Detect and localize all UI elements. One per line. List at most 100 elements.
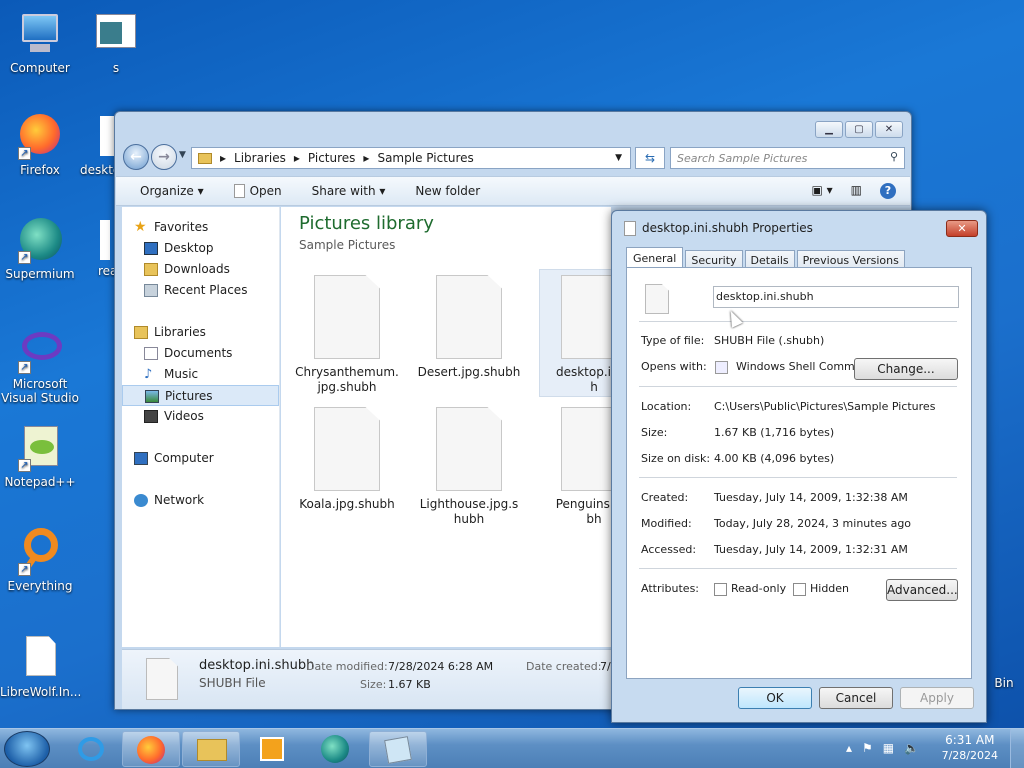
desktop-icon-firefox[interactable]: ↗ Firefox (0, 112, 80, 177)
file-item[interactable]: Koala.jpg.shubh (292, 407, 402, 512)
action-center-flag-icon[interactable]: ⚑ (862, 741, 873, 755)
search-input[interactable]: Search Sample Pictures ⚲ (670, 147, 905, 169)
network-icon[interactable]: ▦ (883, 741, 894, 755)
navigation-pane: ★ Favorites Desktop Downloads Recent Plac… (122, 207, 280, 647)
nav-desktop[interactable]: Desktop (122, 238, 279, 259)
preview-pane-icon[interactable]: ▥ (851, 183, 862, 199)
properties-dialog: desktop.ini.shubh Properties ✕ General S… (611, 210, 987, 723)
desktop-icon-librewolf[interactable]: LibreWolf.In... (0, 634, 81, 699)
start-button[interactable] (4, 731, 50, 767)
nav-downloads[interactable]: Downloads (122, 259, 279, 280)
taskbar-explorer[interactable] (182, 731, 240, 767)
dialog-title: desktop.ini.shubh Properties (642, 221, 813, 235)
clock-date: 7/28/2024 (941, 749, 998, 762)
desktop-icon-notepadpp[interactable]: ↗ Notepad++ (0, 424, 80, 489)
taskbar-ie[interactable] (62, 731, 120, 767)
new-folder-button[interactable]: New folder (415, 184, 480, 198)
breadcrumb-libraries[interactable]: Libraries (234, 151, 286, 165)
file-icon (314, 407, 380, 491)
address-bar[interactable]: ▸ Libraries ▸ Pictures ▸ Sample Pictures… (191, 147, 631, 169)
document-icon (92, 10, 140, 58)
document-icon (84, 216, 110, 264)
dialog-close-button[interactable]: ✕ (946, 220, 978, 237)
nav-music[interactable]: ♪ Music (122, 364, 279, 385)
document-icon (16, 634, 64, 682)
close-button[interactable]: ✕ (875, 121, 903, 138)
file-item[interactable]: Lighthouse.jpg.s hubh (414, 407, 524, 527)
general-tab-panel: desktop.ini.shubh Type of file: SHUBH Fi… (626, 267, 972, 679)
libraries-icon (134, 326, 148, 339)
forward-button[interactable]: → (151, 144, 177, 170)
downloads-icon (144, 263, 158, 276)
computer-icon (134, 452, 148, 465)
breadcrumb-sample-pictures[interactable]: Sample Pictures (377, 151, 473, 165)
taskbar-firefox[interactable] (122, 731, 180, 767)
nav-documents[interactable]: Documents (122, 343, 279, 364)
file-icon (233, 184, 245, 199)
taskbar: ▴ ⚑ ▦ 🔈 6:31 AM 7/28/2024 (0, 728, 1024, 768)
taskbar-media-player[interactable] (244, 731, 302, 767)
show-desktop-button[interactable] (1010, 729, 1024, 768)
readonly-checkbox[interactable]: Read-only (714, 582, 786, 596)
computer-icon (16, 10, 64, 58)
view-options-icon[interactable]: ▣ ▾ (811, 183, 832, 199)
internet-explorer-icon (78, 737, 104, 761)
nav-recent-places[interactable]: Recent Places (122, 280, 279, 301)
file-icon (314, 275, 380, 359)
document-icon (94, 112, 114, 160)
volume-icon[interactable]: 🔈 (904, 741, 919, 755)
show-hidden-icons-icon[interactable]: ▴ (846, 741, 852, 755)
advanced-button[interactable]: Advanced... (886, 579, 958, 601)
properties-icon (384, 736, 412, 764)
folder-icon (197, 739, 227, 761)
back-button[interactable]: ← (123, 144, 149, 170)
ok-button[interactable]: OK (738, 687, 812, 709)
command-bar: Organize ▾ Open Share with ▾ New folder … (116, 176, 910, 206)
file-item[interactable]: Desert.jpg.shubh (414, 275, 524, 380)
filename-input[interactable]: desktop.ini.shubh (713, 286, 959, 308)
clock[interactable]: 6:31 AM 7/28/2024 (942, 733, 998, 763)
notepadpp-icon: ↗ (16, 424, 64, 472)
desktop-icon-computer[interactable]: Computer (0, 10, 80, 75)
address-dropdown-icon[interactable]: ▼ (615, 153, 622, 163)
change-button[interactable]: Change... (854, 358, 958, 380)
taskbar-properties[interactable] (369, 731, 427, 767)
maximize-button[interactable]: ▢ (845, 121, 873, 138)
desktop-icon-everything[interactable]: ↗ Everything (0, 528, 80, 593)
nav-pictures[interactable]: Pictures (122, 385, 279, 406)
firefox-icon (137, 736, 165, 764)
desktop-icon-rea[interactable]: rea (84, 216, 117, 278)
firefox-icon: ↗ (16, 112, 64, 160)
desktop-icon-visual-studio[interactable]: ↗ Microsoft Visual Studio (0, 326, 80, 405)
desktop-icon-recycle-bin[interactable]: Bin (984, 676, 1024, 690)
everything-icon: ↗ (16, 528, 64, 576)
supermium-icon: ↗ (16, 216, 64, 264)
nav-favorites[interactable]: ★ Favorites (122, 217, 279, 238)
organize-button[interactable]: Organize ▾ (140, 184, 204, 198)
apply-button[interactable]: Apply (900, 687, 974, 709)
open-button[interactable]: Open (233, 184, 282, 199)
desktop-icon-supermium[interactable]: ↗ Supermium (0, 216, 80, 281)
shortcut-arrow-icon: ↗ (18, 563, 31, 576)
nav-libraries[interactable]: Libraries (122, 322, 279, 343)
desktop-icon-s[interactable]: s (76, 10, 156, 75)
recent-pages-chevron-icon[interactable]: ▼ (179, 150, 186, 160)
file-icon (146, 658, 178, 700)
nav-computer[interactable]: Computer (122, 448, 279, 469)
file-item[interactable]: Chrysanthemum. jpg.shubh (292, 275, 402, 395)
hidden-checkbox[interactable]: Hidden (793, 582, 849, 596)
search-icon: ⚲ (889, 150, 898, 163)
share-with-button[interactable]: Share with ▾ (312, 184, 386, 198)
details-filename: desktop.ini.shubh (199, 658, 315, 673)
help-icon[interactable]: ? (880, 183, 896, 199)
star-icon: ★ (134, 219, 147, 235)
nav-videos[interactable]: Videos (122, 406, 279, 427)
minimize-button[interactable]: ▁ (815, 121, 843, 138)
app-icon (715, 361, 728, 374)
nav-network[interactable]: Network (122, 490, 279, 511)
taskbar-supermium[interactable] (306, 731, 364, 767)
library-title: Pictures library (299, 213, 434, 234)
cancel-button[interactable]: Cancel (819, 687, 893, 709)
refresh-button[interactable]: ⇆ (635, 147, 665, 169)
breadcrumb-pictures[interactable]: Pictures (308, 151, 356, 165)
